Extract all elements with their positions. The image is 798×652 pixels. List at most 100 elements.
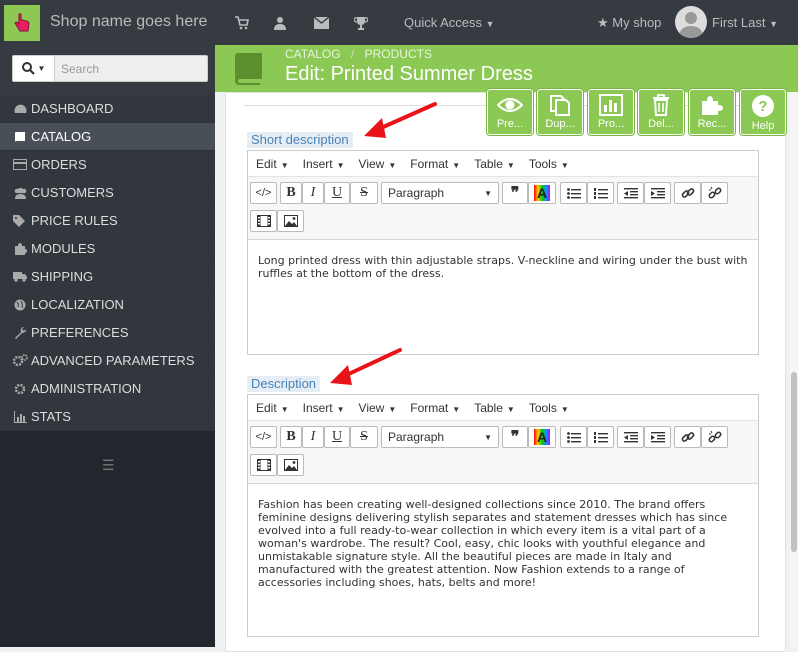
underline-button[interactable]: U [324,426,350,448]
unlink-button[interactable] [701,426,728,448]
bar-chart-icon [12,410,28,424]
blockquote-button[interactable]: ❞ [502,426,528,448]
insert-link-button[interactable] [674,426,701,448]
menu-edit[interactable]: Edit ▼ [256,157,289,171]
scrollbar-thumb[interactable] [791,372,797,552]
copy-icon [550,95,570,116]
strikethrough-button[interactable]: S [350,182,378,204]
sidebar-item-customers[interactable]: CUSTOMERS [0,179,215,207]
sidebar-item-label: PRICE RULES [31,213,118,228]
italic-button[interactable]: I [302,182,324,204]
sidebar-item-catalog[interactable]: CATALOG [0,123,215,151]
outdent-button[interactable] [617,426,644,448]
help-label: Help [751,120,775,132]
sidebar-item-administration[interactable]: ADMINISTRATION [0,375,215,403]
envelope-icon[interactable] [312,14,330,32]
format-select[interactable]: Paragraph ▼ [381,426,499,448]
menu-insert[interactable]: Insert ▼ [303,401,345,415]
menu-insert[interactable]: Insert ▼ [303,157,345,171]
sidebar-item-orders[interactable]: ORDERS [0,151,215,179]
image-icon [283,459,298,471]
insert-link-button[interactable] [674,182,701,204]
preview-button[interactable]: Pre... [487,89,533,135]
menu-collapse-icon[interactable]: ☰ [102,457,115,474]
sidebar-item-shipping[interactable]: SHIPPING [0,263,215,291]
format-select[interactable]: Paragraph ▼ [381,182,499,204]
my-shop-link[interactable]: ★ My shop [597,15,661,31]
sidebar-item-price-rules[interactable]: PRICE RULES [0,207,215,235]
numbered-list-button[interactable] [587,182,614,204]
quick-access-label: Quick Access [404,15,483,30]
menu-tools[interactable]: Tools ▼ [529,401,569,415]
globe-icon [12,298,28,312]
sidebar-item-localization[interactable]: LOCALIZATION [0,291,215,319]
bold-button[interactable]: B [280,182,302,204]
description-editor[interactable]: Edit ▼ Insert ▼ View ▼ Format ▼ Table ▼ Tools… [247,394,759,637]
sidebar-search: ▼ Search [0,45,215,95]
search-field[interactable]: ▼ Search [12,55,208,82]
menu-view[interactable]: View ▼ [359,401,397,415]
text-color-button[interactable]: A [528,426,556,448]
sidebar-item-advanced-parameters[interactable]: ADVANCED PARAMETERS [0,347,215,375]
puzzle-icon [12,242,28,256]
avatar[interactable] [675,6,707,38]
search-type-button[interactable]: ▼ [13,56,55,81]
quick-access-dropdown[interactable]: Quick Access ▼ [404,15,495,30]
menu-format[interactable]: Format ▼ [410,157,460,171]
trophy-icon[interactable] [352,14,370,32]
bullet-list-button[interactable] [560,182,587,204]
insert-media-button[interactable] [250,454,277,476]
duplicate-button[interactable]: Dup... [537,89,583,135]
insert-image-button[interactable] [277,454,304,476]
bold-button[interactable]: B [280,426,302,448]
numbered-list-button[interactable] [587,426,614,448]
description-content[interactable]: Fashion has been creating well-designed … [248,484,758,603]
menu-edit[interactable]: Edit ▼ [256,401,289,415]
recommended-modules-button[interactable]: Rec... [689,89,735,135]
short-description-content[interactable]: Long printed dress with thin adjustable … [248,240,758,294]
caret-down-icon: ▼ [485,19,495,29]
help-icon: ? [752,95,774,117]
italic-button[interactable]: I [302,426,324,448]
format-select-value: Paragraph [388,430,445,444]
bullet-list-button[interactable] [560,426,587,448]
short-description-editor[interactable]: Edit ▼ Insert ▼ View ▼ Format ▼ Table ▼ Tools… [247,150,759,355]
pointer-hand-icon [14,13,30,32]
user-icon[interactable] [271,14,289,32]
breadcrumb-catalog[interactable]: CATALOG [285,47,341,61]
source-code-button[interactable]: </> [250,426,277,448]
search-input[interactable]: Search [61,62,99,76]
indent-button[interactable] [644,182,671,204]
blockquote-button[interactable]: ❞ [502,182,528,204]
sidebar-item-dashboard[interactable]: DASHBOARD [0,95,215,123]
help-button[interactable]: ? Help [740,89,786,135]
user-menu[interactable]: First Last ▼ [712,15,778,30]
breadcrumb-products[interactable]: PRODUCTS [365,47,432,61]
unlink-button[interactable] [701,182,728,204]
shop-name-link[interactable]: Shop name goes here [50,13,207,31]
delete-button[interactable]: Del... [638,89,684,135]
cart-icon[interactable] [233,14,251,32]
insert-image-button[interactable] [277,210,304,232]
unlink-icon [708,186,721,199]
insert-media-button[interactable] [250,210,277,232]
product-sales-button[interactable]: Pro... [588,89,634,135]
menu-tools[interactable]: Tools ▼ [529,157,569,171]
page-scrollbar[interactable] [790,92,798,647]
sidebar-item-modules[interactable]: MODULES [0,235,215,263]
underline-button[interactable]: U [324,182,350,204]
menu-format[interactable]: Format ▼ [410,401,460,415]
strikethrough-button[interactable]: S [350,426,378,448]
menu-view[interactable]: View ▼ [359,157,397,171]
menu-table[interactable]: Table ▼ [474,401,515,415]
source-code-button[interactable]: </> [250,182,277,204]
breadcrumb: CATALOG / PRODUCTS [285,47,432,61]
text-color-button[interactable]: A [528,182,556,204]
menu-table[interactable]: Table ▼ [474,157,515,171]
indent-button[interactable] [644,426,671,448]
logo[interactable] [4,5,40,41]
sidebar-item-preferences[interactable]: PREFERENCES [0,319,215,347]
film-icon [256,215,271,227]
outdent-button[interactable] [617,182,644,204]
sidebar-item-stats[interactable]: STATS [0,403,215,431]
